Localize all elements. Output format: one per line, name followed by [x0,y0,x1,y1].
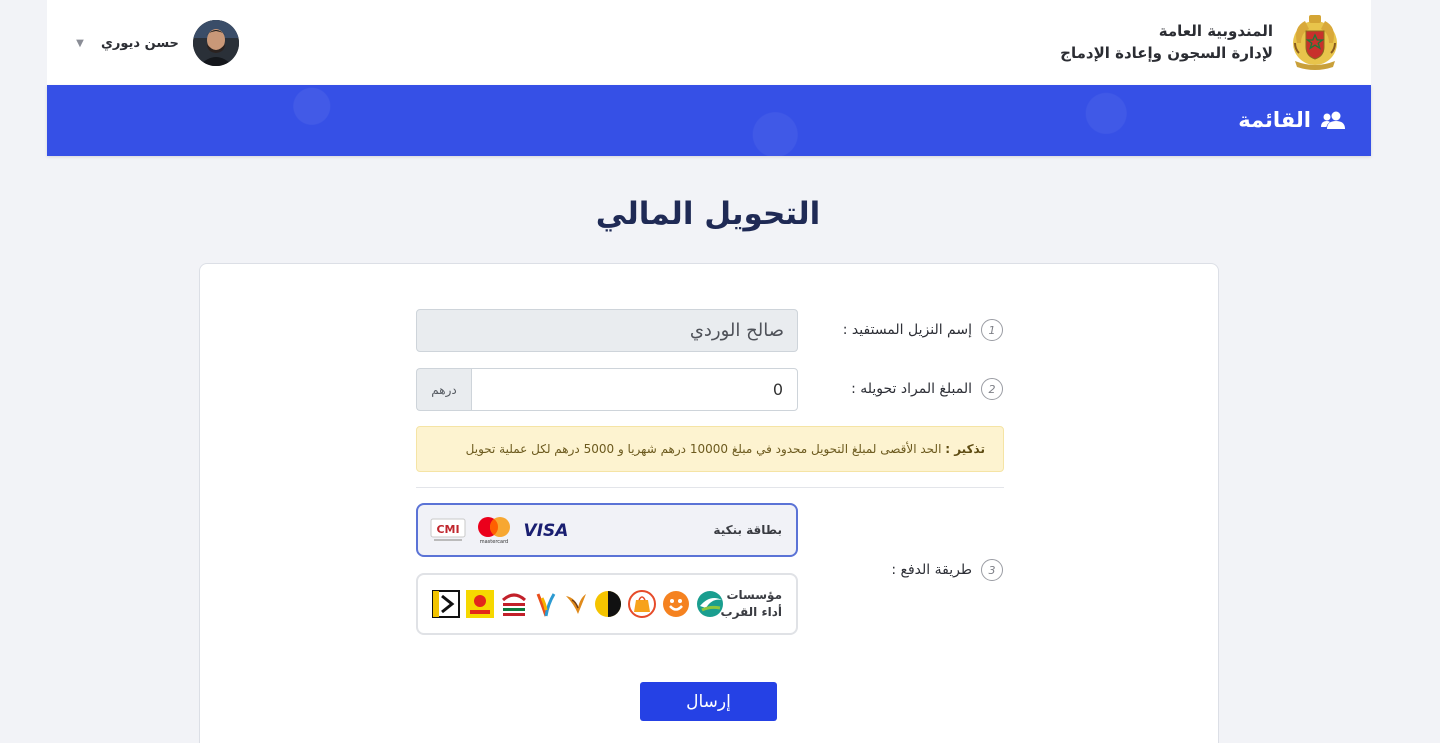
avatar-photo [192,20,239,66]
morocco-emblem-icon [1293,15,1337,70]
bank-card-label: بطاقة بنكية [713,522,782,537]
step-number-2: 2 [981,378,1003,400]
beneficiary-label: إسم النزيل المستفيد : [842,322,972,338]
agency-stripes-logo-icon [501,593,527,616]
agency-bag-logo-icon [628,590,656,618]
step-number-1: 1 [981,319,1003,341]
page-title: التحويل المالي [595,196,821,232]
amount-input[interactable] [471,368,798,411]
agency-swirl-logo-icon [697,591,723,617]
reminder-alert: تذكير : الحد الأقصى لمبلغ التحويل محدود … [416,426,1004,472]
agency-yellow-logo-icon [466,590,494,618]
reminder-text: الحد الأقصى لمبلغ التحويل محدود في مبلغ … [465,442,946,456]
visa-logo-icon: VISA [524,521,569,541]
agency-half-circle-logo-icon [595,591,621,617]
users-icon [1321,111,1345,129]
cmi-logo-text: CMI [436,523,459,536]
agency-arrow-logo-icon [432,590,460,618]
submit-button[interactable]: إرسال [640,682,777,721]
amount-group: درهم [416,368,798,411]
payment-option-agencies[interactable]: مؤسسات أداء القرب [416,573,798,635]
payment-option-bank-card[interactable]: بطاقة بنكية CMI mastercard VISA [416,503,798,557]
visa-logo-text: VISA [524,521,569,541]
agency-bird-logo-icon [566,594,586,614]
top-header: المندوبية العامة لإدارة السجون وإعادة ال… [47,0,1371,85]
user-name[interactable]: حسن ديوري [101,36,179,51]
cmi-logo-icon: CMI [430,518,466,541]
card-logos: CMI mastercard VISA [430,505,570,555]
agencies-label-line1: مؤسسات [726,588,782,602]
mastercard-logo-text: mastercard [480,539,508,545]
menu-label[interactable]: القائمة [1238,108,1311,132]
transfer-form-card: 1 إسم النزيل المستفيد : صالح الوردي 2 ال… [199,263,1219,743]
org-name-line2: لإدارة السجون وإعادة الإدماج [1060,44,1273,62]
nav-banner: القائمة [47,85,1371,156]
currency-addon: درهم [416,368,471,411]
avatar[interactable] [192,20,239,66]
agency-logos [432,575,724,633]
agencies-label: مؤسسات أداء القرب [721,587,782,621]
agencies-label-line2: أداء القرب [720,605,782,619]
org-name-line1: المندوبية العامة [1158,22,1273,40]
chevron-down-icon[interactable]: ▼ [73,36,87,50]
reminder-title: تذكير : [945,442,985,456]
user-menu[interactable]: ▼ حسن ديوري [73,20,239,66]
amount-label: المبلغ المراد تحويله : [851,381,972,397]
divider [416,487,1004,488]
mastercard-logo-icon: mastercard [478,517,510,545]
payment-method-label: طريقة الدفع : [891,562,972,578]
menu-button[interactable]: القائمة [1238,105,1345,135]
org-brand: المندوبية العامة لإدارة السجون وإعادة ال… [1060,12,1343,72]
agency-colorful-logo-icon [536,593,556,617]
agency-smile-logo-icon [663,591,689,617]
step-number-3: 3 [981,559,1003,581]
beneficiary-field[interactable]: صالح الوردي [416,309,798,352]
org-name: المندوبية العامة لإدارة السجون وإعادة ال… [1060,20,1273,64]
